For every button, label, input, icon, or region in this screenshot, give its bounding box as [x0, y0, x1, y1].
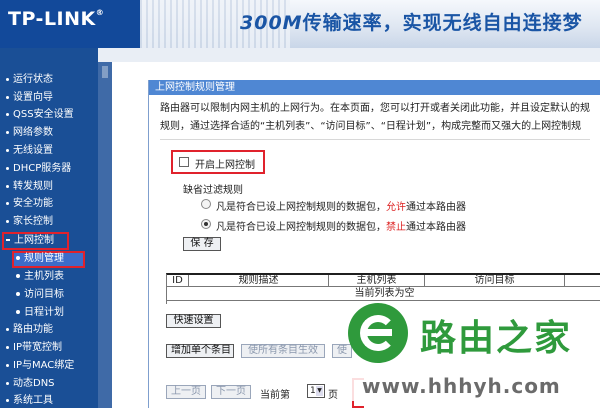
sidebar-item-wireless[interactable]: 无线设置 — [6, 144, 53, 158]
save-button[interactable]: 保 存 — [183, 237, 221, 251]
sidebar-scrollbar[interactable] — [98, 62, 112, 408]
enable-access-control-checkbox[interactable] — [179, 157, 189, 167]
bullet-icon — [16, 310, 20, 314]
page-select[interactable]: 1 ▼ — [307, 384, 325, 398]
bullet-icon — [6, 95, 9, 99]
quick-setup-button[interactable]: 快速设置 — [166, 314, 221, 328]
logo-area: TP-LINK® — [0, 0, 140, 48]
sidebar-item-network[interactable]: 网络参数 — [6, 126, 53, 140]
sidebar-item-schedule[interactable]: 日程计划 — [16, 306, 64, 320]
add-entry-button[interactable]: 增加单个条目 — [166, 344, 234, 358]
page-suffix: 页 — [328, 390, 338, 401]
sidebar-item-forwarding[interactable]: 转发规则 — [6, 180, 53, 194]
sidebar-item-status[interactable]: 运行状态 — [6, 73, 53, 87]
sidebar-item-system-tools[interactable]: 系统工具 — [6, 394, 53, 408]
watermark-e-bar — [364, 329, 392, 336]
bulk-action-button[interactable]: 使 — [332, 344, 352, 358]
bullet-icon — [6, 398, 9, 402]
enable-access-control-label: 开启上网控制 — [195, 160, 255, 171]
bullet-icon — [6, 345, 9, 349]
panel-title: 上网控制规则管理 — [149, 80, 600, 95]
allow-rule-label: 凡是符合已设上网控制规则的数据包，允许通过本路由器 — [216, 202, 466, 213]
column-header-description: 规则描述 — [189, 275, 329, 287]
column-header-extra — [565, 275, 600, 287]
sidebar-item-ip-mac-binding[interactable]: IP与MAC绑定 — [6, 359, 74, 373]
bullet-icon — [6, 219, 9, 223]
sidebar-item-rule-management[interactable]: 规则管理 — [16, 252, 64, 266]
sidebar-item-access-control[interactable]: 上网控制 — [6, 234, 54, 248]
deny-rule-radio[interactable] — [201, 219, 211, 229]
sidebar-item-access-target[interactable]: 访问目标 — [16, 288, 64, 302]
highlight-box-enable: 开启上网控制 — [171, 150, 265, 174]
bullet-icon — [6, 77, 9, 81]
sidebar-item-host-list[interactable]: 主机列表 — [16, 270, 64, 284]
column-header-id: ID — [167, 275, 189, 287]
bullet-icon — [16, 292, 20, 296]
chevron-down-icon: ▼ — [316, 386, 323, 396]
column-header-access-target: 访问目标 — [425, 275, 565, 287]
tp-link-logo: TP-LINK® — [8, 8, 105, 30]
watermark-logo-icon — [348, 303, 408, 363]
deny-rule-label: 凡是符合已设上网控制规则的数据包，禁止通过本路由器 — [216, 222, 466, 233]
sidebar-item-qss[interactable]: QSS安全设置 — [6, 108, 74, 122]
sidebar-item-bandwidth[interactable]: IP带宽控制 — [6, 341, 62, 355]
bullet-icon — [6, 327, 9, 331]
bullet-icon — [16, 274, 20, 278]
watermark-name: 路由之家 — [420, 318, 573, 359]
description-line-2: 规则，通过选择合适的“主机列表”、“访问目标”、“日程计划”，构成完整而又强大的… — [160, 121, 582, 132]
next-page-button[interactable]: 下一页 — [211, 385, 251, 399]
page-label: 当前第 — [260, 390, 290, 401]
bullet-icon — [6, 363, 9, 367]
default-rule-title: 缺省过滤规则 — [183, 185, 243, 196]
banner: 300M传输速率，实现无线自由连接梦 — [140, 0, 600, 48]
sidebar-item-dhcp[interactable]: DHCP服务器 — [6, 162, 71, 176]
watermark-url: www.hhhyh.com — [352, 371, 600, 401]
scroll-grip-icon — [102, 66, 108, 78]
bullet-icon — [6, 381, 9, 385]
column-header-host-list: 主机列表 — [329, 275, 425, 287]
description-line-1: 路由器可以限制内网主机的上网行为。在本页面，您可以打开或者关闭此功能，并且设定默… — [160, 103, 590, 114]
rules-table: ID 规则描述 主机列表 访问目标 当前列表为空 — [166, 273, 600, 304]
header: TP-LINK® 300M传输速率，实现无线自由连接梦 — [0, 0, 600, 48]
minus-icon — [6, 239, 10, 241]
main-top-gap — [112, 48, 600, 62]
bullet-icon — [6, 130, 9, 134]
bullet-icon — [6, 201, 9, 205]
divider — [160, 139, 590, 140]
bullet-icon — [16, 256, 20, 260]
sidebar-item-routing[interactable]: 路由功能 — [6, 323, 53, 337]
enable-all-button[interactable]: 使所有条目生效 — [241, 344, 325, 358]
allow-rule-radio[interactable] — [201, 199, 211, 209]
bullet-icon — [6, 184, 9, 188]
empty-list-row: 当前列表为空 — [167, 287, 600, 301]
sidebar-item-security[interactable]: 安全功能 — [6, 197, 53, 211]
bullet-icon — [6, 166, 9, 170]
sidebar-item-parental[interactable]: 家长控制 — [6, 215, 53, 229]
bullet-icon — [6, 148, 9, 152]
prev-page-button[interactable]: 上一页 — [166, 385, 206, 399]
banner-slogan: 300M传输速率，实现无线自由连接梦 — [240, 12, 583, 34]
sidebar-item-wizard[interactable]: 设置向导 — [6, 91, 53, 105]
bullet-icon — [6, 112, 9, 116]
sidebar-item-ddns[interactable]: 动态DNS — [6, 377, 55, 391]
